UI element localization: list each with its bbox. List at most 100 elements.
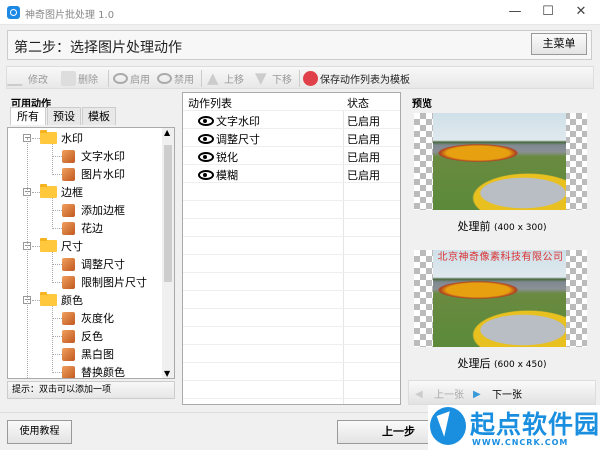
action-tree: − 水印 文字水印 图片水印 − 边框 添加边框 花边 − 尺寸 调整尺寸 限制图片尺寸 − 颜色 灰度化反…	[7, 127, 175, 379]
cube-icon	[62, 329, 75, 343]
folder-icon	[40, 292, 57, 306]
column-header-name[interactable]: 动作列表	[188, 95, 232, 111]
move-down-button[interactable]: ▼ 下移	[255, 70, 292, 87]
status: 已启用	[347, 169, 380, 182]
table-row[interactable]: 调整尺寸 已启用	[183, 129, 400, 147]
preview-panel: 预览 处理前 (400 x 300) 北京神奇像素科技有限公司 处理后 (600…	[408, 93, 596, 383]
tab-presets[interactable]: 预设	[47, 107, 81, 125]
divider	[299, 70, 300, 87]
empty-row	[183, 309, 400, 327]
empty-row	[183, 291, 400, 309]
tree-group[interactable]: 水印	[40, 130, 83, 146]
main-menu-button[interactable]: 主菜单	[531, 33, 587, 55]
empty-row	[183, 381, 400, 399]
cube-icon	[62, 167, 75, 181]
app-icon	[7, 6, 20, 19]
cube-icon	[62, 203, 75, 217]
hint-text: 提示：双击可以添加一项	[7, 381, 175, 399]
cursor-logo-icon	[430, 407, 466, 445]
scroll-up-icon: ▲	[164, 128, 171, 137]
eye-icon	[198, 134, 214, 144]
cube-icon	[62, 365, 75, 378]
tree-item[interactable]: 文字水印	[62, 148, 125, 164]
cube-icon	[62, 221, 75, 235]
eye-icon	[198, 170, 214, 180]
folder-icon	[40, 238, 57, 252]
tab-templates[interactable]: 模板	[82, 107, 116, 125]
eye-icon	[113, 73, 128, 84]
empty-row	[183, 363, 400, 381]
list-header: 动作列表 状态	[183, 93, 400, 111]
title-bar: 神奇图片批处理 1.0 — ☐ ✕	[0, 0, 600, 25]
tree-group[interactable]: 边框	[40, 184, 83, 200]
eye-icon	[198, 116, 214, 126]
preview-title: 预览	[412, 99, 432, 110]
move-up-button[interactable]: ▲ 上移	[207, 70, 244, 87]
tree-item[interactable]: 反色	[62, 328, 103, 344]
minimize-button[interactable]: —	[500, 3, 530, 21]
status: 已启用	[347, 115, 380, 128]
table-row[interactable]: 锐化 已启用	[183, 147, 400, 165]
empty-row	[183, 183, 400, 201]
cube-icon	[62, 311, 75, 325]
empty-row	[183, 345, 400, 363]
eye-off-icon	[157, 73, 172, 84]
tree-item[interactable]: 灰度化	[62, 310, 114, 326]
tree-item[interactable]: 调整尺寸	[62, 256, 125, 272]
arrow-right-icon: ▶	[473, 388, 481, 400]
step-title: 第二步：选择图片处理动作	[14, 40, 182, 56]
scroll-down-icon: ▼	[164, 369, 171, 378]
eye-icon	[198, 152, 214, 162]
divider	[201, 70, 202, 87]
tree-item[interactable]: 限制图片尺寸	[62, 274, 147, 290]
window-title: 神奇图片批处理 1.0	[25, 10, 115, 21]
tree-item[interactable]: 图片水印	[62, 166, 125, 182]
save-template-button[interactable]: 保存动作列表为模板	[303, 70, 410, 87]
cube-icon	[62, 275, 75, 289]
cube-icon	[62, 347, 75, 361]
disable-button[interactable]: 禁用	[157, 70, 194, 87]
delete-button[interactable]: 删除	[61, 70, 98, 87]
preview-after-image: 北京神奇像素科技有限公司	[414, 250, 587, 347]
empty-row	[183, 201, 400, 219]
enable-button[interactable]: 启用	[113, 70, 150, 87]
tree-item[interactable]: 替换颜色	[62, 364, 125, 378]
watermark-text: 北京神奇像素科技有限公司	[437, 252, 564, 263]
tutorial-button[interactable]: 使用教程	[7, 420, 72, 444]
close-button[interactable]: ✕	[566, 3, 596, 21]
tab-all[interactable]: 所有	[10, 107, 46, 125]
site-watermark-logo: 起点软件园 WWW.CNCRK.COM	[428, 405, 600, 450]
tree-group[interactable]: 颜色	[40, 292, 83, 308]
table-row[interactable]: 文字水印 已启用	[183, 111, 400, 129]
pencil-icon	[6, 71, 31, 86]
cube-icon	[62, 257, 75, 271]
next-image-button[interactable]: ▶ 下一张	[473, 386, 522, 402]
folder-icon	[40, 184, 57, 198]
table-row[interactable]: 模糊 已启用	[183, 165, 400, 183]
prev-image-button[interactable]: ◀ 上一张	[415, 386, 464, 402]
arrow-left-icon: ◀	[415, 388, 423, 400]
edit-button[interactable]: 修改	[6, 70, 48, 87]
preview-before-image	[414, 113, 587, 210]
empty-row	[183, 237, 400, 255]
cube-icon	[62, 149, 75, 163]
empty-row	[183, 219, 400, 237]
tree-item[interactable]: 添加边框	[62, 202, 125, 218]
maximize-button[interactable]: ☐	[533, 3, 563, 21]
divider	[108, 70, 109, 87]
tree-item[interactable]: 黑白图	[62, 346, 114, 362]
tree-scrollbar[interactable]: ▲ ▼	[162, 128, 174, 378]
column-header-status[interactable]: 状态	[347, 95, 369, 111]
scrollbar-thumb[interactable]	[164, 145, 172, 282]
tree-item[interactable]: 花边	[62, 220, 103, 236]
step-header: 第二步：选择图片处理动作	[7, 30, 592, 60]
empty-row	[183, 327, 400, 345]
status: 已启用	[347, 133, 380, 146]
tree-group[interactable]: 尺寸	[40, 238, 83, 254]
after-caption: 处理后 (600 x 450)	[457, 357, 547, 370]
image-nav: ◀ 上一张 ▶ 下一张	[408, 380, 596, 405]
arrow-up-icon: ▲	[207, 69, 219, 87]
folder-icon	[40, 130, 57, 144]
arrow-down-icon: ▼	[255, 69, 267, 87]
before-caption: 处理前 (400 x 300)	[457, 220, 547, 233]
